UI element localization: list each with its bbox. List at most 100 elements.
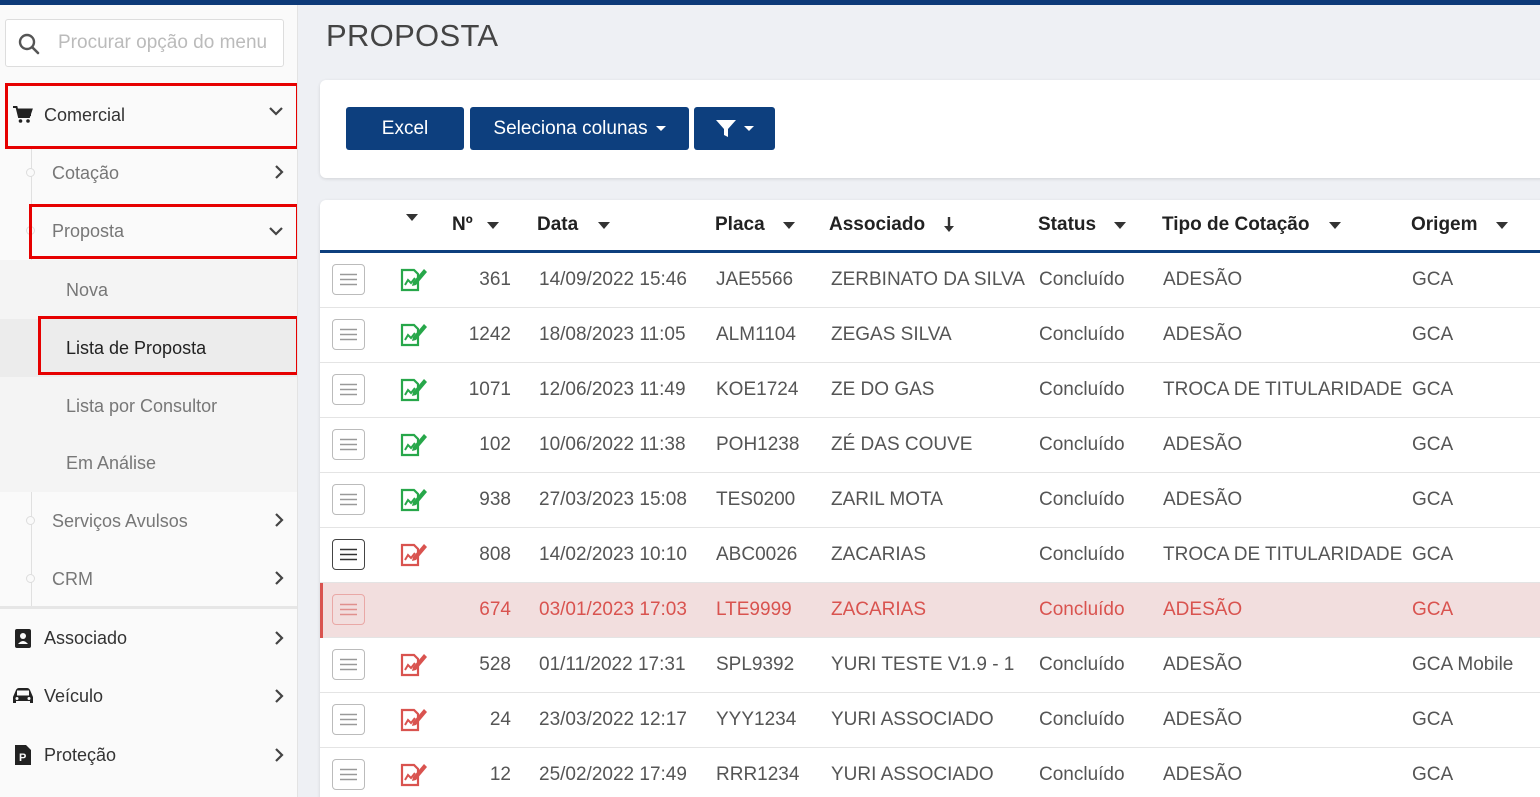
- caret-down-icon: [1114, 221, 1127, 229]
- col-placa-header[interactable]: Placa: [715, 214, 795, 236]
- cell-status: Concluído: [1039, 654, 1125, 675]
- menu-lista-proposta[interactable]: Lista de Proposta: [0, 319, 297, 377]
- menu-crm-label: CRM: [52, 568, 93, 589]
- menu-cotacao-label: Cotação: [52, 162, 120, 183]
- table-row[interactable]: 528 01/11/2022 17:31 SPL9392 YURI TESTE V1.…: [320, 638, 1540, 693]
- col-actions-header[interactable]: [406, 214, 418, 221]
- menu-cotacao[interactable]: Cotação: [0, 145, 297, 201]
- col-origem-header[interactable]: Origem: [1411, 214, 1508, 236]
- menu-protecao-label: Proteção: [44, 744, 117, 765]
- caret-down-icon: [782, 221, 795, 229]
- filter-button[interactable]: [694, 107, 775, 150]
- table-row[interactable]: 361 14/09/2022 15:46 JAE5566 ZERBINATO DA S…: [320, 253, 1540, 308]
- table-row[interactable]: 102 10/06/2022 11:38 POH1238 ZÉ DAS COUVE Co…: [320, 418, 1540, 473]
- col-num-label: Nº: [452, 214, 473, 235]
- menu-em-analise-label: Em Análise: [66, 452, 157, 473]
- col-data-header[interactable]: Data: [537, 214, 611, 236]
- proposal-table: Nº Data Placa Associado Status Tipo de C…: [320, 200, 1540, 797]
- edit-document-red-icon[interactable]: [400, 651, 428, 677]
- cell-num: 528: [479, 654, 511, 675]
- excel-button[interactable]: Excel: [346, 107, 464, 150]
- row-menu-button[interactable]: [332, 484, 365, 515]
- caret-down-icon: [743, 126, 754, 131]
- menu-protecao[interactable]: P Proteção: [0, 726, 297, 784]
- menu-servicos-avulsos[interactable]: Serviços Avulsos: [0, 493, 297, 549]
- menu-veiculo[interactable]: Veículo: [0, 667, 297, 725]
- table-row[interactable]: 674 03/01/2023 17:03 LTE9999 ZACARIAS Conclu…: [320, 583, 1540, 638]
- menu-proposta[interactable]: Proposta: [0, 203, 297, 259]
- table-row[interactable]: 12 25/02/2022 17:49 RRR1234 YURI ASSOCIADO C…: [320, 748, 1540, 797]
- table-row[interactable]: 24 23/03/2022 12:17 YYY1234 YURI ASSOCIADO C…: [320, 693, 1540, 748]
- cell-origem: GCA: [1412, 324, 1454, 345]
- row-menu-button[interactable]: [332, 759, 365, 790]
- row-menu-button[interactable]: [332, 374, 365, 405]
- caret-down-icon: [1495, 221, 1508, 229]
- cell-origem: GCA: [1412, 379, 1454, 400]
- cell-num: 24: [489, 709, 511, 730]
- cell-num: 674: [479, 599, 511, 620]
- menu-search-input[interactable]: [58, 20, 283, 66]
- edit-document-green-icon[interactable]: [400, 321, 428, 347]
- cell-status: Concluído: [1039, 599, 1125, 620]
- edit-document-green-icon[interactable]: [400, 376, 428, 402]
- chevron-down-icon: [269, 227, 283, 236]
- row-menu-button[interactable]: [332, 539, 365, 570]
- cell-data: 01/11/2022 17:31: [539, 654, 686, 675]
- col-num-header[interactable]: Nº: [452, 214, 499, 236]
- edit-document-red-icon[interactable]: [400, 541, 428, 567]
- cell-status: Concluído: [1039, 324, 1125, 345]
- col-associado-header[interactable]: Associado: [829, 214, 955, 236]
- cell-associado: ZERBINATO DA SILVA: [831, 269, 1025, 290]
- cell-tipo: TROCA DE TITULARIDADE: [1163, 379, 1403, 400]
- col-status-header[interactable]: Status: [1038, 214, 1127, 236]
- menu-em-analise[interactable]: Em Análise: [0, 434, 297, 492]
- menu-veiculo-label: Veículo: [44, 685, 104, 706]
- hamburger-icon: [340, 328, 357, 341]
- edit-document-red-icon[interactable]: [400, 706, 428, 732]
- row-menu-button[interactable]: [332, 264, 365, 295]
- menu-comercial[interactable]: Comercial: [0, 86, 297, 144]
- row-menu-button[interactable]: [332, 704, 365, 735]
- select-columns-button[interactable]: Seleciona colunas: [470, 107, 689, 150]
- edit-document-green-icon[interactable]: [400, 431, 428, 457]
- menu-lista-consultor[interactable]: Lista por Consultor: [0, 377, 297, 435]
- menu-nova[interactable]: Nova: [0, 261, 297, 319]
- hamburger-icon: [340, 768, 357, 781]
- table-row[interactable]: 1071 12/06/2023 11:49 KOE1724 ZE DO GAS Conc…: [320, 363, 1540, 418]
- table-row[interactable]: 1242 18/08/2023 11:05 ALM1104 ZEGAS SILVA Co…: [320, 308, 1540, 363]
- row-menu-button[interactable]: [332, 319, 365, 350]
- hamburger-icon: [340, 603, 357, 616]
- menu-comercial-label: Comercial: [44, 104, 126, 125]
- cell-status: Concluído: [1039, 379, 1125, 400]
- cell-data: 12/06/2023 11:49: [539, 379, 686, 400]
- menu-associado[interactable]: Associado: [0, 609, 297, 667]
- edit-document-green-icon[interactable]: [400, 266, 428, 292]
- menu-proposta-label: Proposta: [52, 220, 125, 241]
- row-menu-button[interactable]: [332, 594, 365, 625]
- table-row[interactable]: 938 27/03/2023 15:08 TES0200 ZARIL MOTA Conc…: [320, 473, 1540, 528]
- col-tipo-header[interactable]: Tipo de Cotação: [1162, 214, 1342, 236]
- cell-placa: TES0200: [716, 489, 796, 510]
- edit-document-red-icon[interactable]: [400, 761, 428, 787]
- cell-tipo: ADESÃO: [1163, 599, 1243, 620]
- cell-origem: GCA: [1412, 269, 1454, 290]
- cell-status: Concluído: [1039, 269, 1125, 290]
- tree-node-dot: [26, 168, 35, 177]
- hamburger-icon: [340, 713, 357, 726]
- cell-associado: ZEGAS SILVA: [831, 324, 952, 345]
- row-menu-button[interactable]: [332, 429, 365, 460]
- cell-placa: RRR1234: [716, 764, 800, 785]
- table-row[interactable]: 808 14/02/2023 10:10 ABC0026 ZACARIAS Conclu…: [320, 528, 1540, 583]
- chevron-right-icon: [275, 513, 284, 527]
- cell-status: Concluído: [1039, 709, 1125, 730]
- cell-data: 03/01/2023 17:03: [539, 599, 687, 620]
- menu-crm[interactable]: CRM: [0, 551, 297, 607]
- cell-status: Concluído: [1039, 764, 1125, 785]
- cell-tipo: ADESÃO: [1163, 489, 1243, 510]
- row-menu-button[interactable]: [332, 649, 365, 680]
- cell-num: 1242: [468, 324, 511, 345]
- edit-document-green-icon[interactable]: [400, 486, 428, 512]
- col-origem-label: Origem: [1411, 214, 1478, 235]
- tree-node-dot: [26, 516, 35, 525]
- page-title: PROPOSTA: [326, 18, 499, 53]
